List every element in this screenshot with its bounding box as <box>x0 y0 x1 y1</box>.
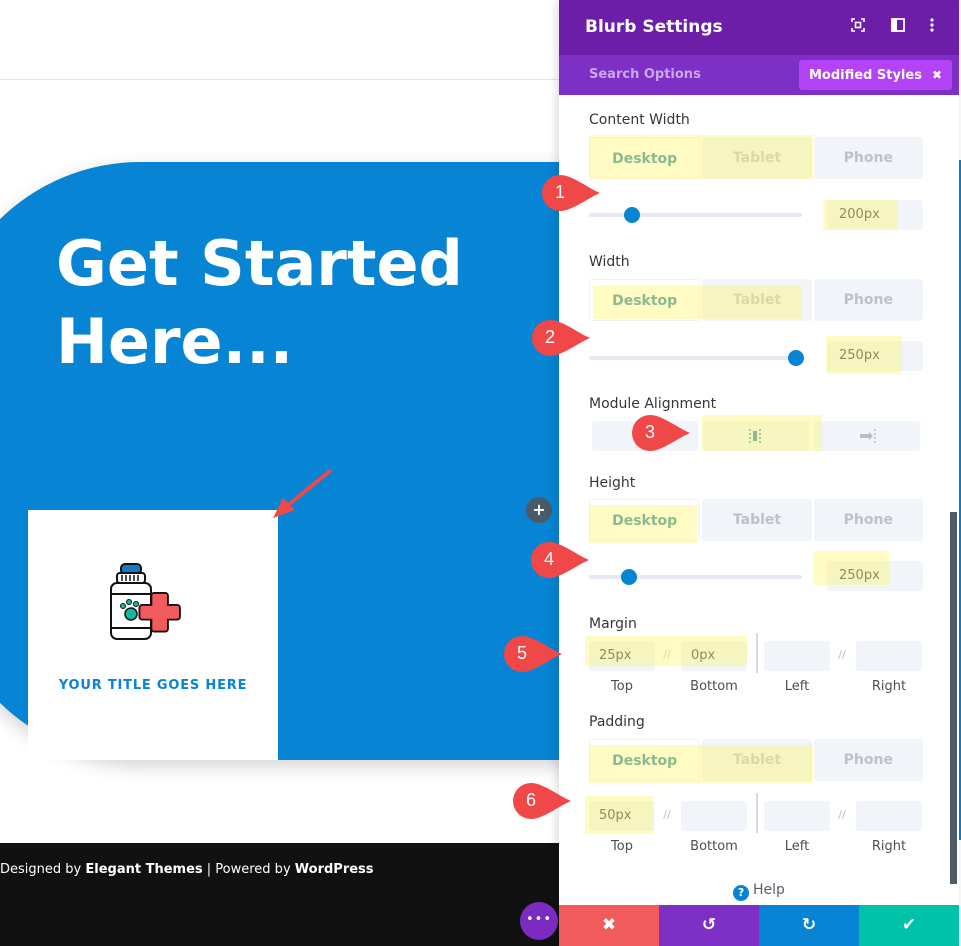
padding-label: Padding <box>589 714 645 730</box>
annotation-marker-6: 6 <box>509 781 571 821</box>
pointer-arrow-icon <box>273 468 333 518</box>
height-label: Height <box>589 475 636 491</box>
margin-right-input[interactable] <box>856 641 922 671</box>
footer-credits: Designed by Elegant Themes | Powered by … <box>0 862 374 877</box>
height-device-tabs: Desktop Tablet Phone <box>589 499 923 541</box>
tab-phone[interactable]: Phone <box>813 279 923 321</box>
align-right-button[interactable] <box>814 421 920 451</box>
site-footer: Designed by Elegant Themes | Powered by … <box>0 843 560 946</box>
slider-thumb[interactable] <box>623 207 640 223</box>
pet-medicine-bottle-icon <box>110 563 181 640</box>
discard-button[interactable]: ✖ <box>559 905 659 946</box>
tab-phone[interactable]: Phone <box>813 137 923 179</box>
tab-phone[interactable]: Phone <box>813 739 923 781</box>
align-center-button[interactable] <box>703 421 809 451</box>
annotation-marker-4: 4 <box>527 540 589 580</box>
divider <box>756 793 758 833</box>
blurb-module[interactable]: YOUR TITLE GOES HERE <box>28 510 278 760</box>
padding-left-input[interactable] <box>764 801 830 831</box>
search-options-input[interactable]: Search Options <box>589 67 701 82</box>
width-label: Width <box>589 254 630 270</box>
margin-label: Margin <box>589 616 637 632</box>
padding-device-tabs: Desktop Tablet Phone <box>589 739 923 781</box>
margin-bottom-input[interactable]: 0px <box>681 641 747 671</box>
annotation-marker-5: 5 <box>500 634 562 674</box>
fullscreen-icon[interactable] <box>849 18 867 36</box>
tab-tablet[interactable]: Tablet <box>702 499 812 541</box>
split-view-icon[interactable] <box>889 18 907 36</box>
link-icon[interactable]: ∕∕ <box>657 648 677 661</box>
tab-desktop[interactable]: Desktop <box>589 137 701 179</box>
tab-desktop[interactable]: Desktop <box>589 739 701 781</box>
padding-inputs: 50px ∕∕ ∕∕ Top Bottom Left Right <box>589 793 923 854</box>
margin-bottom-label: Bottom <box>690 679 738 694</box>
help-icon: ? <box>733 885 750 901</box>
height-slider[interactable] <box>589 569 802 585</box>
content-width-input[interactable]: 200px <box>827 200 923 230</box>
margin-inputs: 25px ∕∕ 0px ∕∕ Top Bottom Left Right <box>589 633 923 694</box>
margin-right-label: Right <box>871 679 907 694</box>
tab-tablet[interactable]: Tablet <box>702 279 812 321</box>
undo-button[interactable]: ↺ <box>659 905 759 946</box>
footer-link-elegant-themes[interactable]: Elegant Themes <box>85 862 202 877</box>
add-module-button[interactable]: + <box>526 497 552 523</box>
height-input[interactable]: 250px <box>827 561 923 591</box>
margin-left-input[interactable] <box>764 641 830 671</box>
page: Get Started Here... YOUR TITLE GOES HERE… <box>0 0 961 946</box>
hero-title-line1: Get Started <box>56 227 463 300</box>
padding-bottom-input[interactable] <box>681 801 747 831</box>
more-options-icon[interactable] <box>923 18 941 36</box>
width-device-tabs: Desktop Tablet Phone <box>589 279 923 321</box>
panel-footer-actions: ✖ ↺ ↻ ✔ <box>559 905 959 946</box>
padding-top-label: Top <box>611 839 633 854</box>
slider-thumb[interactable] <box>621 569 638 585</box>
module-alignment-label: Module Alignment <box>589 396 717 412</box>
blurb-title: YOUR TITLE GOES HERE <box>58 678 248 693</box>
help-link[interactable]: ? Help <box>559 882 959 901</box>
modified-styles-filter[interactable]: Modified Styles ✖ <box>798 60 952 90</box>
link-icon[interactable]: ∕∕ <box>657 808 677 821</box>
panel-header[interactable]: Blurb Settings <box>559 0 959 55</box>
width-input[interactable]: 250px <box>827 341 923 371</box>
panel-subbar: Search Options Modified Styles ✖ <box>559 55 959 95</box>
tab-tablet[interactable]: Tablet <box>702 137 812 179</box>
align-center-icon <box>749 429 761 443</box>
site-header <box>0 0 560 80</box>
divider <box>756 633 758 673</box>
padding-right-label: Right <box>871 839 907 854</box>
redo-button[interactable]: ↻ <box>759 905 859 946</box>
hero-title-line2: Here... <box>56 305 294 378</box>
panel-title: Blurb Settings <box>585 17 723 37</box>
align-right-icon <box>860 429 876 443</box>
link-icon[interactable]: ∕∕ <box>832 648 852 661</box>
annotation-marker-3: 3 <box>628 413 690 453</box>
padding-left-label: Left <box>784 839 810 854</box>
tab-desktop[interactable]: Desktop <box>589 279 701 321</box>
content-width-slider[interactable] <box>589 207 802 223</box>
padding-right-input[interactable] <box>856 801 922 831</box>
tab-phone[interactable]: Phone <box>813 499 923 541</box>
content-width-label: Content Width <box>589 112 690 128</box>
content-width-device-tabs: Desktop Tablet Phone <box>589 137 923 179</box>
panel-body: Content Width Desktop Tablet Phone 200px… <box>559 95 959 905</box>
save-button[interactable]: ✔ <box>859 905 959 946</box>
footer-link-wordpress[interactable]: WordPress <box>295 862 374 877</box>
annotation-marker-2: 2 <box>528 318 590 358</box>
blurb-settings-panel: Blurb Settings Search Options Modified S… <box>559 0 959 946</box>
margin-top-input[interactable]: 25px <box>589 641 655 671</box>
annotation-marker-1: 1 <box>538 173 600 213</box>
width-slider[interactable] <box>589 350 804 366</box>
margin-left-label: Left <box>784 679 810 694</box>
panel-scrollbar[interactable] <box>950 512 957 884</box>
hero-title: Get Started Here... <box>56 225 463 381</box>
padding-bottom-label: Bottom <box>690 839 738 854</box>
margin-top-label: Top <box>611 679 633 694</box>
link-icon[interactable]: ∕∕ <box>832 808 852 821</box>
page-settings-button[interactable]: ••• <box>520 902 558 940</box>
padding-top-input[interactable]: 50px <box>589 801 655 831</box>
tab-desktop[interactable]: Desktop <box>589 499 701 541</box>
tab-tablet[interactable]: Tablet <box>702 739 812 781</box>
close-filter-icon[interactable]: ✖ <box>932 68 942 82</box>
slider-thumb[interactable] <box>787 350 804 366</box>
